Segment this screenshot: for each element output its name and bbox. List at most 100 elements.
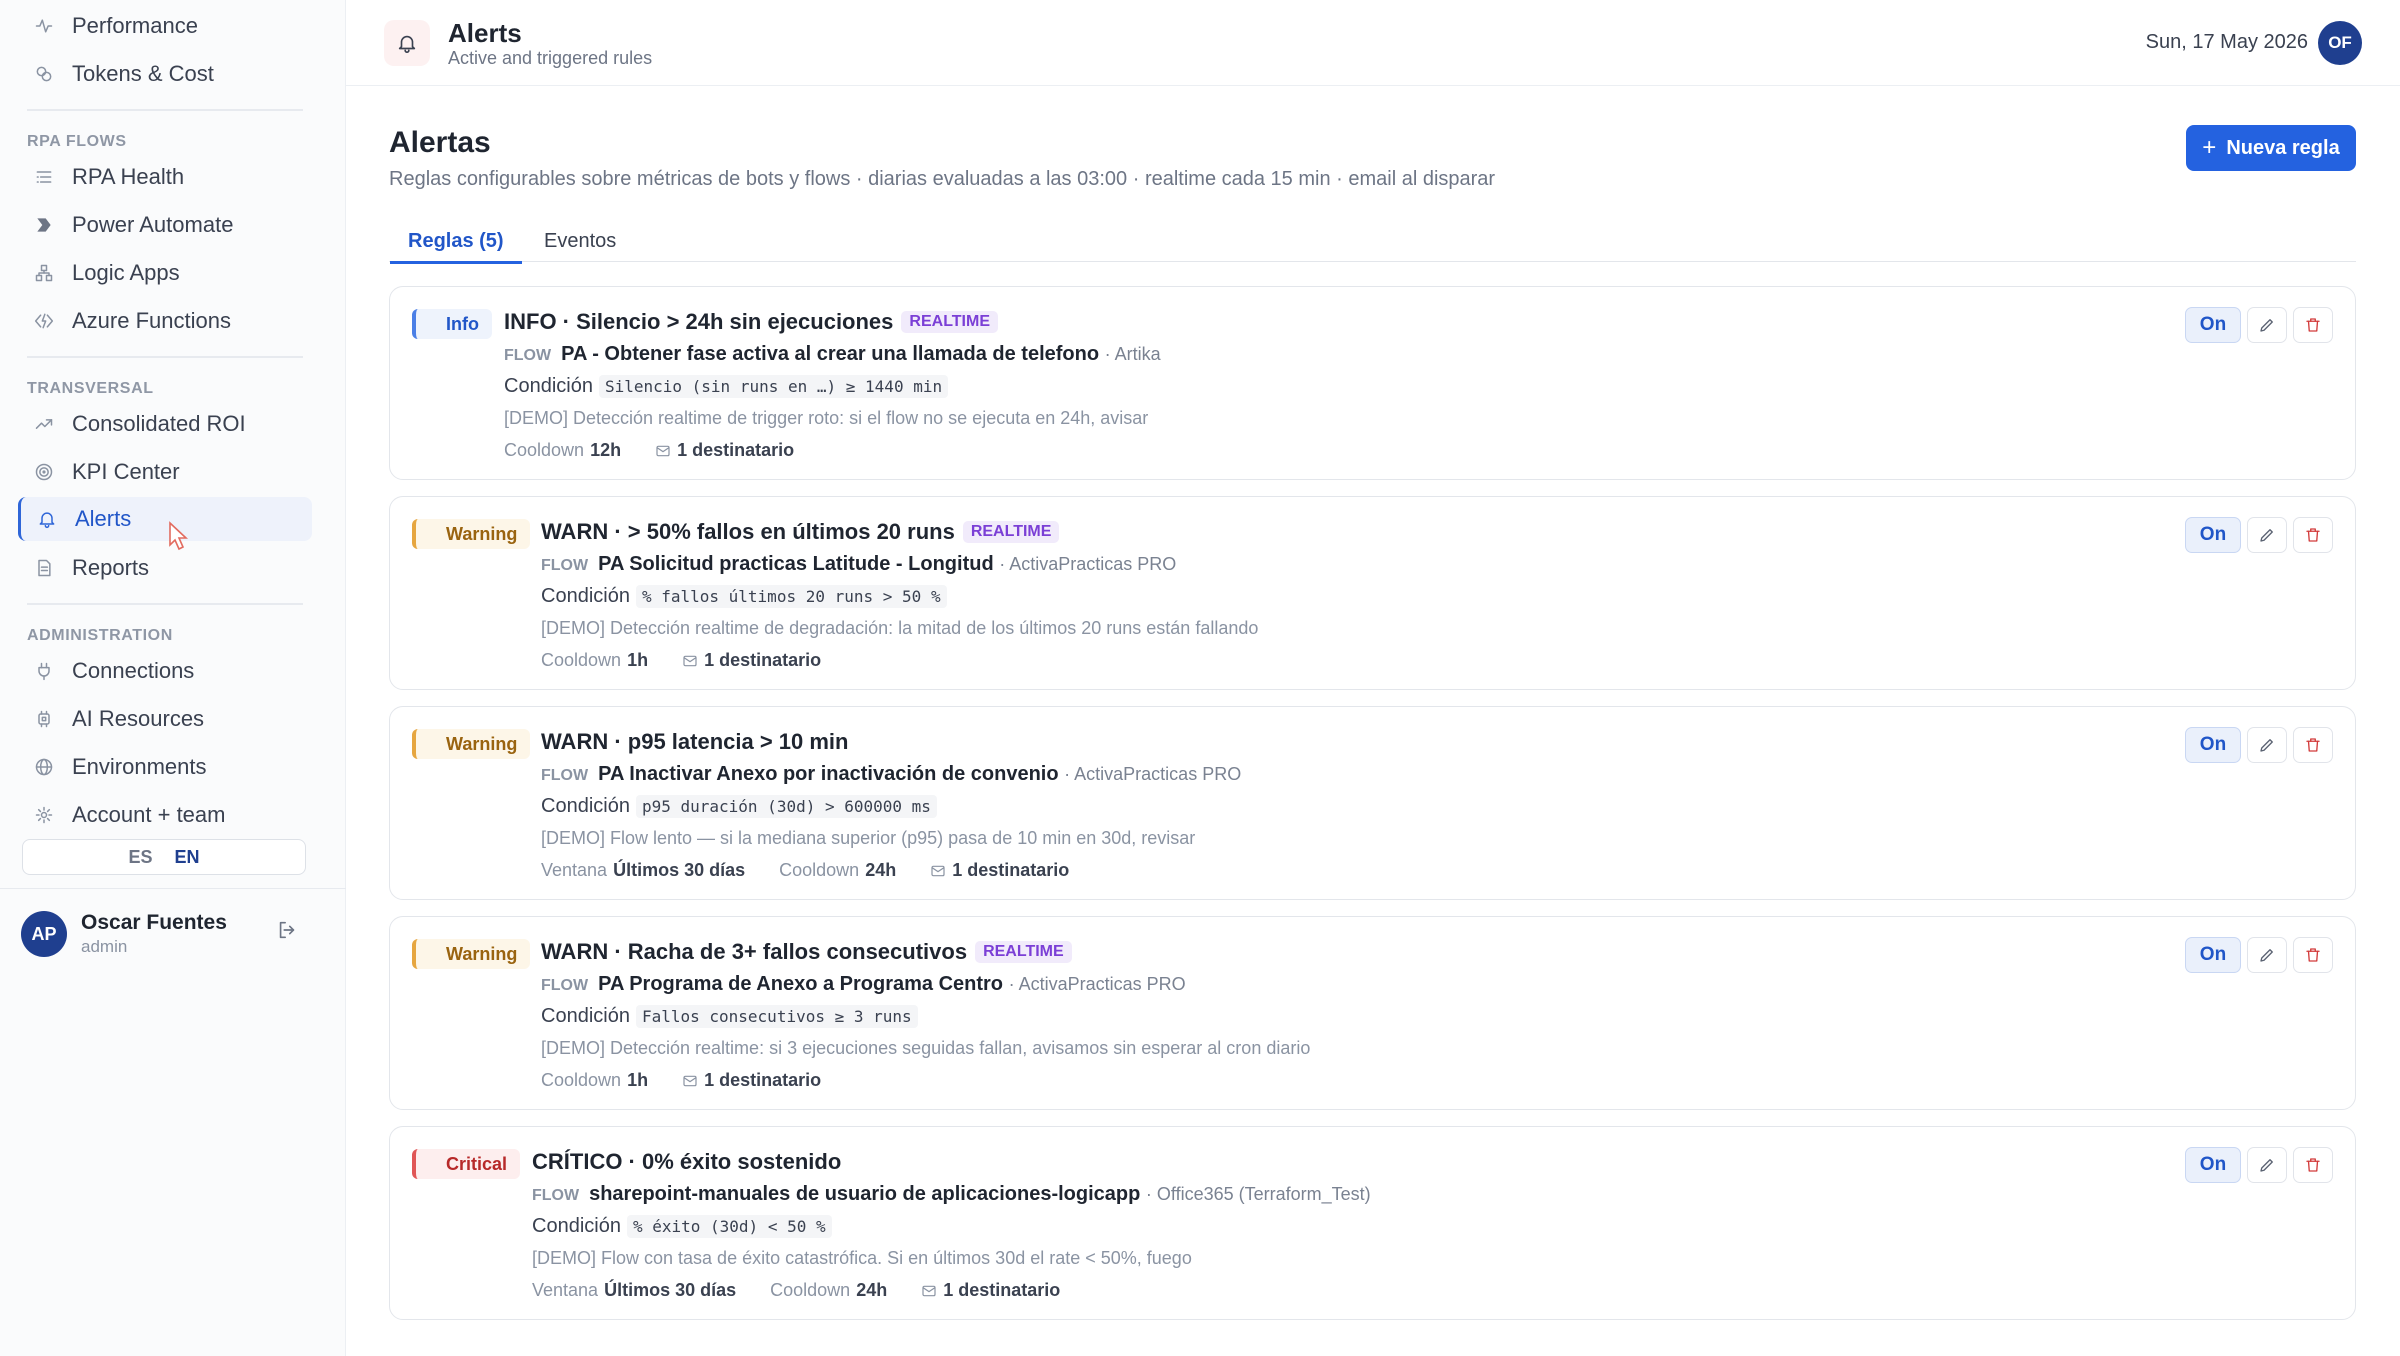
- pencil-icon: [2260, 739, 2273, 752]
- delete-button[interactable]: [2293, 307, 2333, 343]
- bell-icon: [35, 507, 59, 531]
- sidebar-item-label: Account + team: [72, 802, 226, 827]
- rule-description: [DEMO] Detección realtime de degradación…: [541, 618, 1259, 638]
- sidebar-item-label: Tokens & Cost: [72, 61, 214, 86]
- sidebar-item-account-team[interactable]: Account + team: [18, 793, 312, 837]
- rule-flow: FLOW sharepoint-manuales de usuario de ap…: [532, 1183, 1371, 1205]
- sidebar: Performance Tokens & Cost RPA FLOWS RPA …: [0, 0, 346, 1356]
- hierarchy-icon: [32, 261, 56, 285]
- rule-flow: FLOW PA Programa de Anexo a Programa Cent…: [541, 973, 1186, 995]
- rule-name: WARN · p95 latencia > 10 min: [541, 729, 849, 754]
- delete-button[interactable]: [2293, 517, 2333, 553]
- plus-icon: +: [2202, 134, 2217, 161]
- list-icon: [32, 165, 56, 189]
- sidebar-divider: [27, 356, 303, 358]
- pencil-icon: [2260, 529, 2273, 542]
- lang-es-button[interactable]: ES: [128, 847, 152, 868]
- rule-card: Warning WARN · Racha de 3+ fallos consec…: [389, 916, 2356, 1110]
- rule-flow: FLOW PA Inactivar Anexo por inactivación …: [541, 763, 1242, 785]
- new-rule-button[interactable]: + Nueva regla: [2186, 125, 2356, 171]
- delete-button[interactable]: [2293, 727, 2333, 763]
- mail-icon: [683, 1075, 697, 1086]
- current-date: Sun, 17 May 2026: [2145, 31, 2308, 53]
- realtime-badge: REALTIME: [901, 311, 998, 333]
- user-name: Oscar Fuentes: [81, 911, 227, 934]
- severity-badge: Warning: [412, 519, 531, 549]
- sidebar-item-power-automate[interactable]: Power Automate: [18, 203, 312, 247]
- edit-button[interactable]: [2247, 727, 2287, 763]
- rule-description: [DEMO] Detección realtime: si 3 ejecucio…: [541, 1038, 1311, 1058]
- pencil-icon: [2260, 1159, 2273, 1172]
- sidebar-item-label: Environments: [72, 754, 207, 779]
- functions-icon: [32, 309, 56, 333]
- mail-icon: [922, 1285, 936, 1296]
- coins-icon: [32, 62, 56, 86]
- tab-rules[interactable]: Reglas (5): [390, 230, 522, 264]
- sidebar-divider: [27, 603, 303, 605]
- plug-icon: [32, 659, 56, 683]
- sidebar-item-tokens-cost[interactable]: Tokens & Cost: [18, 52, 312, 96]
- sidebar-item-consolidated-roi[interactable]: Consolidated ROI: [18, 402, 312, 446]
- chip-icon: [32, 707, 56, 731]
- header-bell-icon: [384, 20, 430, 66]
- lang-en-button[interactable]: EN: [175, 847, 200, 868]
- sidebar-item-environments[interactable]: Environments: [18, 745, 312, 789]
- sidebar-item-label: AI Resources: [72, 706, 205, 731]
- pencil-icon: [2260, 949, 2273, 962]
- toggle-on-button[interactable]: On: [2185, 727, 2241, 763]
- edit-button[interactable]: [2247, 1147, 2287, 1183]
- section-description: Reglas configurables sobre métricas de b…: [389, 168, 1496, 190]
- sidebar-item-label: Consolidated ROI: [72, 411, 246, 436]
- sidebar-item-logic-apps[interactable]: Logic Apps: [18, 251, 312, 295]
- activity-icon: [32, 14, 56, 38]
- delete-button[interactable]: [2293, 1147, 2333, 1183]
- mail-icon: [931, 865, 945, 876]
- power-automate-icon: [32, 213, 56, 237]
- sidebar-item-connections[interactable]: Connections: [18, 649, 312, 693]
- edit-button[interactable]: [2247, 307, 2287, 343]
- rule-condition: Condición Silencio (sin runs en …) ≥ 1440…: [504, 375, 949, 398]
- tab-events[interactable]: Eventos: [544, 230, 616, 253]
- rule-name: INFO · Silencio > 24h sin ejecuciones REA…: [504, 309, 998, 335]
- delete-button[interactable]: [2293, 937, 2333, 973]
- severity-badge: Warning: [412, 939, 531, 969]
- sidebar-item-azure-functions[interactable]: Azure Functions: [18, 299, 312, 343]
- sidebar-item-label: Alerts: [75, 506, 132, 531]
- rule-meta: Cooldown 12h 1 destinatario: [504, 440, 795, 460]
- sidebar-item-kpi-center[interactable]: KPI Center: [18, 450, 312, 494]
- rule-card: Warning WARN · p95 latencia > 10 min FLO…: [389, 706, 2356, 900]
- edit-button[interactable]: [2247, 937, 2287, 973]
- rule-meta: Ventana Últimos 30 días Cooldown 24h 1 des…: [541, 860, 1070, 880]
- logout-button[interactable]: [276, 919, 302, 945]
- header-avatar[interactable]: OF: [2318, 21, 2362, 65]
- rule-condition: Condición p95 duración (30d) > 600000 ms: [541, 795, 937, 818]
- rule-flow: FLOW PA - Obtener fase activa al crear un…: [504, 343, 1161, 365]
- sidebar-item-label: Performance: [72, 13, 198, 38]
- sidebar-item-label: Power Automate: [72, 212, 234, 237]
- rule-condition: Condición% fallos últimos 20 runs > 50 %: [541, 585, 947, 608]
- toggle-on-button[interactable]: On: [2185, 517, 2241, 553]
- sidebar-item-label: Azure Functions: [72, 308, 231, 333]
- new-rule-label: Nueva regla: [2226, 136, 2340, 159]
- realtime-badge: REALTIME: [975, 941, 1072, 963]
- rule-description: [DEMO] Flow lento — si la mediana superi…: [541, 828, 1196, 848]
- logout-icon: [279, 921, 295, 939]
- globe-icon: [32, 755, 56, 779]
- toggle-on-button[interactable]: On: [2185, 1147, 2241, 1183]
- realtime-badge: REALTIME: [962, 521, 1060, 543]
- sidebar-item-performance[interactable]: Performance: [18, 4, 312, 48]
- sidebar-item-ai-resources[interactable]: AI Resources: [18, 697, 312, 741]
- severity-badge: Info: [412, 309, 492, 339]
- toggle-on-button[interactable]: On: [2185, 937, 2241, 973]
- mouse-cursor-icon: [169, 521, 189, 551]
- rule-meta: Ventana Últimos 30 días Cooldown 24h 1 des…: [532, 1280, 1061, 1300]
- sidebar-item-label: Reports: [72, 555, 150, 580]
- sidebar-item-label: Connections: [72, 658, 195, 683]
- section-title: Alertas: [389, 126, 491, 159]
- sidebar-item-rpa-health[interactable]: RPA Health: [18, 155, 312, 199]
- toggle-on-button[interactable]: On: [2185, 307, 2241, 343]
- page-subtitle: Active and triggered rules: [448, 48, 653, 68]
- edit-button[interactable]: [2247, 517, 2287, 553]
- document-icon: [32, 556, 56, 580]
- sidebar-divider: [27, 109, 303, 111]
